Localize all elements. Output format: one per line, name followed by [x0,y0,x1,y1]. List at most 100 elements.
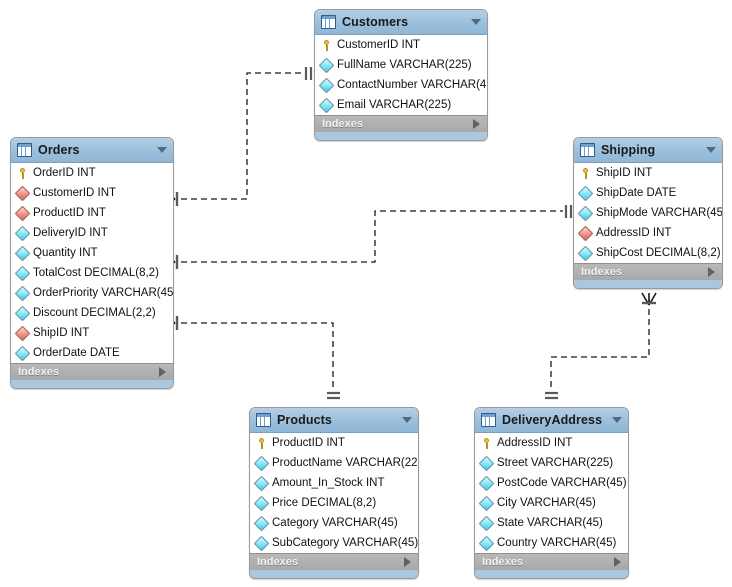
column-row[interactable]: City VARCHAR(45) [475,493,628,513]
column-label: Discount DECIMAL(2,2) [33,307,156,319]
table-header[interactable]: Shipping [574,138,722,163]
column-row[interactable]: ProductID INT [11,203,173,223]
chevron-down-icon[interactable] [402,417,412,423]
indexes-section[interactable]: Indexes [11,363,173,380]
indexes-section[interactable]: Indexes [315,115,487,132]
primary-key-icon [481,437,492,449]
column-row[interactable]: Discount DECIMAL(2,2) [11,303,173,323]
foreign-key-diamond-icon [14,185,31,201]
table-bottom-strip [250,570,418,578]
column-label: City VARCHAR(45) [497,497,596,509]
column-label: OrderPriority VARCHAR(45) [33,287,174,299]
column-list: CustomerID INT FullName VARCHAR(225) Conta… [315,35,487,115]
column-row[interactable]: DeliveryID INT [11,223,173,243]
table-deliveryaddress[interactable]: DeliveryAddress AddressID INT Street VARCH… [474,407,629,579]
column-label: Category VARCHAR(45) [272,517,398,529]
connector-orders-customers [181,72,303,200]
table-header[interactable]: Orders [11,138,173,163]
column-label: CustomerID INT [337,39,421,51]
column-list: OrderID INT CustomerID INT ProductID INT De… [11,163,173,363]
column-row[interactable]: TotalCost DECIMAL(8,2) [11,263,173,283]
table-header[interactable]: Customers [315,10,487,35]
column-row[interactable]: Amount_In_Stock INT [250,473,418,493]
column-label: ShipID INT [596,167,653,179]
chevron-right-icon[interactable] [614,557,621,567]
table-orders[interactable]: Orders OrderID INT CustomerID INT ProductID… [10,137,174,389]
column-row[interactable]: ProductID INT [250,433,418,453]
column-label: OrderID INT [33,167,96,179]
column-row[interactable]: FullName VARCHAR(225) [315,55,487,75]
column-row[interactable]: ContactNumber VARCHAR(45) [315,75,487,95]
table-shipping[interactable]: Shipping ShipID INT ShipDate DATE ShipMode … [573,137,723,289]
table-header[interactable]: DeliveryAddress [475,408,628,433]
column-diamond-icon [253,455,270,471]
indexes-label: Indexes [18,366,59,378]
column-row[interactable]: Email VARCHAR(225) [315,95,487,115]
column-row[interactable]: PostCode VARCHAR(45) [475,473,628,493]
column-row[interactable]: ShipMode VARCHAR(45) [574,203,722,223]
foreign-key-diamond-icon [14,325,31,341]
primary-key-icon [321,39,332,51]
column-row[interactable]: AddressID INT [475,433,628,453]
column-row[interactable]: SubCategory VARCHAR(45) [250,533,418,553]
column-row[interactable]: ShipCost DECIMAL(8,2) [574,243,722,263]
table-header[interactable]: Products [250,408,418,433]
column-row[interactable]: OrderPriority VARCHAR(45) [11,283,173,303]
column-row[interactable]: Quantity INT [11,243,173,263]
column-row[interactable]: Street VARCHAR(225) [475,453,628,473]
indexes-label: Indexes [257,556,298,568]
column-row[interactable]: ShipDate DATE [574,183,722,203]
column-diamond-icon [14,225,31,241]
column-row[interactable]: Price DECIMAL(8,2) [250,493,418,513]
indexes-section[interactable]: Indexes [250,553,418,570]
column-label: ProductName VARCHAR(225) [272,457,419,469]
connector-shipping-deliveryaddress [550,299,650,391]
chevron-right-icon[interactable] [159,367,166,377]
column-diamond-icon [253,475,270,491]
column-diamond-icon [253,535,270,551]
column-row[interactable]: CustomerID INT [315,35,487,55]
column-row[interactable]: ShipID INT [574,163,722,183]
column-diamond-icon [478,455,495,471]
connector-orders-shipping [181,210,563,263]
chevron-down-icon[interactable] [706,147,716,153]
column-row[interactable]: State VARCHAR(45) [475,513,628,533]
chevron-right-icon[interactable] [404,557,411,567]
column-row[interactable]: OrderDate DATE [11,343,173,363]
indexes-section[interactable]: Indexes [475,553,628,570]
table-title: Shipping [601,143,656,157]
table-icon [481,413,496,427]
table-icon [17,143,32,157]
column-row[interactable]: ShipID INT [11,323,173,343]
chevron-down-icon[interactable] [157,147,167,153]
eer-diagram-canvas[interactable]: Customers CustomerID INT FullName VARCHAR(… [0,0,732,587]
column-row[interactable]: AddressID INT [574,223,722,243]
column-diamond-icon [318,57,335,73]
column-row[interactable]: ProductName VARCHAR(225) [250,453,418,473]
column-row[interactable]: Country VARCHAR(45) [475,533,628,553]
crowfoot-many-shipping-deliveryaddress [641,292,657,306]
table-icon [580,143,595,157]
chevron-right-icon[interactable] [473,119,480,129]
chevron-right-icon[interactable] [708,267,715,277]
column-diamond-icon [14,265,31,281]
column-list: ShipID INT ShipDate DATE ShipMode VARCHAR(… [574,163,722,263]
column-row[interactable]: CustomerID INT [11,183,173,203]
table-bottom-strip [315,132,487,140]
column-list: ProductID INT ProductName VARCHAR(225) Amo… [250,433,418,553]
indexes-section[interactable]: Indexes [574,263,722,280]
table-customers[interactable]: Customers CustomerID INT FullName VARCHAR(… [314,9,488,141]
column-label: OrderDate DATE [33,347,120,359]
table-title: Customers [342,15,409,29]
column-label: TotalCost DECIMAL(8,2) [33,267,159,279]
chevron-down-icon[interactable] [471,19,481,25]
column-row[interactable]: OrderID INT [11,163,173,183]
column-label: ProductID INT [33,207,106,219]
cardinality-one-products [327,391,340,400]
column-label: State VARCHAR(45) [497,517,603,529]
chevron-down-icon[interactable] [612,417,622,423]
column-diamond-icon [478,475,495,491]
column-label: ContactNumber VARCHAR(45) [337,79,488,91]
column-row[interactable]: Category VARCHAR(45) [250,513,418,533]
table-products[interactable]: Products ProductID INT ProductName VARCHAR… [249,407,419,579]
